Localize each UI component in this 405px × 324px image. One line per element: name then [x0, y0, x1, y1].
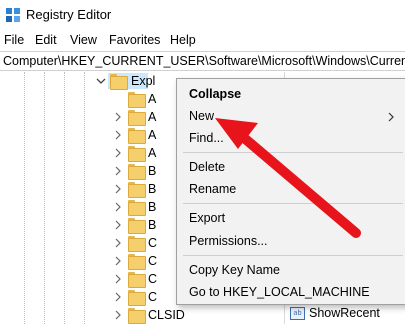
chevron-right-icon[interactable] — [113, 274, 123, 284]
folder-icon — [128, 128, 146, 144]
folder-icon — [128, 272, 146, 288]
menu-separator — [183, 152, 403, 153]
menu-edit[interactable]: Edit — [35, 33, 57, 47]
value-name[interactable]: ShowRecent — [309, 306, 380, 320]
folder-icon — [128, 164, 146, 180]
chevron-right-icon[interactable] — [113, 256, 123, 266]
folder-icon — [128, 218, 146, 234]
menu-item-collapse[interactable]: Collapse — [189, 87, 241, 101]
folder-icon — [128, 254, 146, 270]
tree-item-label[interactable]: Expl — [131, 74, 155, 88]
folder-icon — [128, 290, 146, 306]
folder-icon — [128, 236, 146, 252]
menu-view[interactable]: View — [70, 33, 97, 47]
tree-item-label[interactable]: A — [148, 128, 156, 142]
tree-item-label[interactable]: A — [148, 92, 156, 106]
tree-item-label[interactable]: C — [148, 236, 157, 250]
tree-item-label[interactable]: B — [148, 164, 156, 178]
menu-item-find[interactable]: Find... — [189, 131, 224, 145]
menu-file[interactable]: File — [4, 33, 24, 47]
tree-item-label[interactable]: B — [148, 218, 156, 232]
menu-item-new[interactable]: New — [189, 109, 214, 123]
folder-icon — [128, 200, 146, 216]
folder-icon — [128, 110, 146, 126]
address-bar[interactable]: Computer\HKEY_CURRENT_USER\Software\Micr… — [0, 51, 405, 71]
menu-help[interactable]: Help — [170, 33, 196, 47]
tree-item-label[interactable]: CLSID — [148, 308, 185, 322]
menu-separator — [183, 255, 403, 256]
menu-item-rename[interactable]: Rename — [189, 182, 236, 196]
tree-row[interactable]: CLSID — [0, 306, 283, 324]
chevron-right-icon[interactable] — [113, 130, 123, 140]
tree-item-label[interactable]: C — [148, 272, 157, 286]
chevron-right-icon[interactable] — [113, 220, 123, 230]
chevron-right-icon[interactable] — [113, 148, 123, 158]
menu-item-permissions[interactable]: Permissions... — [189, 234, 268, 248]
tree-item-label[interactable]: C — [148, 290, 157, 304]
menu-item-export[interactable]: Export — [189, 211, 225, 225]
chevron-right-icon[interactable] — [113, 112, 123, 122]
folder-icon — [128, 308, 146, 324]
chevron-right-icon[interactable] — [113, 238, 123, 248]
menu-separator — [183, 203, 403, 204]
string-value-icon: ab — [290, 307, 305, 320]
menu-item-delete[interactable]: Delete — [189, 160, 225, 174]
menu-item-copy-key-name[interactable]: Copy Key Name — [189, 263, 280, 277]
title-bar: Registry Editor — [0, 0, 405, 30]
chevron-down-icon[interactable] — [96, 76, 106, 86]
address-path[interactable]: Computer\HKEY_CURRENT_USER\Software\Micr… — [3, 54, 405, 68]
tree-item-label[interactable]: A — [148, 146, 156, 160]
menu-item-go-to-hklm[interactable]: Go to HKEY_LOCAL_MACHINE — [189, 285, 370, 299]
registry-editor-app-icon — [6, 8, 20, 22]
tree-item-label[interactable]: C — [148, 254, 157, 268]
menu-bar: File Edit View Favorites Help — [0, 31, 405, 51]
tree-item-label[interactable]: A — [148, 110, 156, 124]
chevron-right-icon[interactable] — [113, 292, 123, 302]
chevron-right-icon[interactable] — [113, 166, 123, 176]
folder-icon — [110, 74, 128, 90]
folder-icon — [128, 92, 146, 108]
chevron-right-icon[interactable] — [113, 310, 123, 320]
tree-item-label[interactable]: B — [148, 200, 156, 214]
submenu-arrow-icon — [388, 112, 394, 122]
chevron-right-icon[interactable] — [113, 202, 123, 212]
tree-item-label[interactable]: B — [148, 182, 156, 196]
folder-icon — [128, 182, 146, 198]
window-title: Registry Editor — [26, 7, 112, 22]
chevron-right-icon[interactable] — [113, 184, 123, 194]
folder-icon — [128, 146, 146, 162]
menu-favorites[interactable]: Favorites — [109, 33, 160, 47]
context-menu: Collapse New Find... Delete Rename Expor… — [176, 78, 405, 305]
